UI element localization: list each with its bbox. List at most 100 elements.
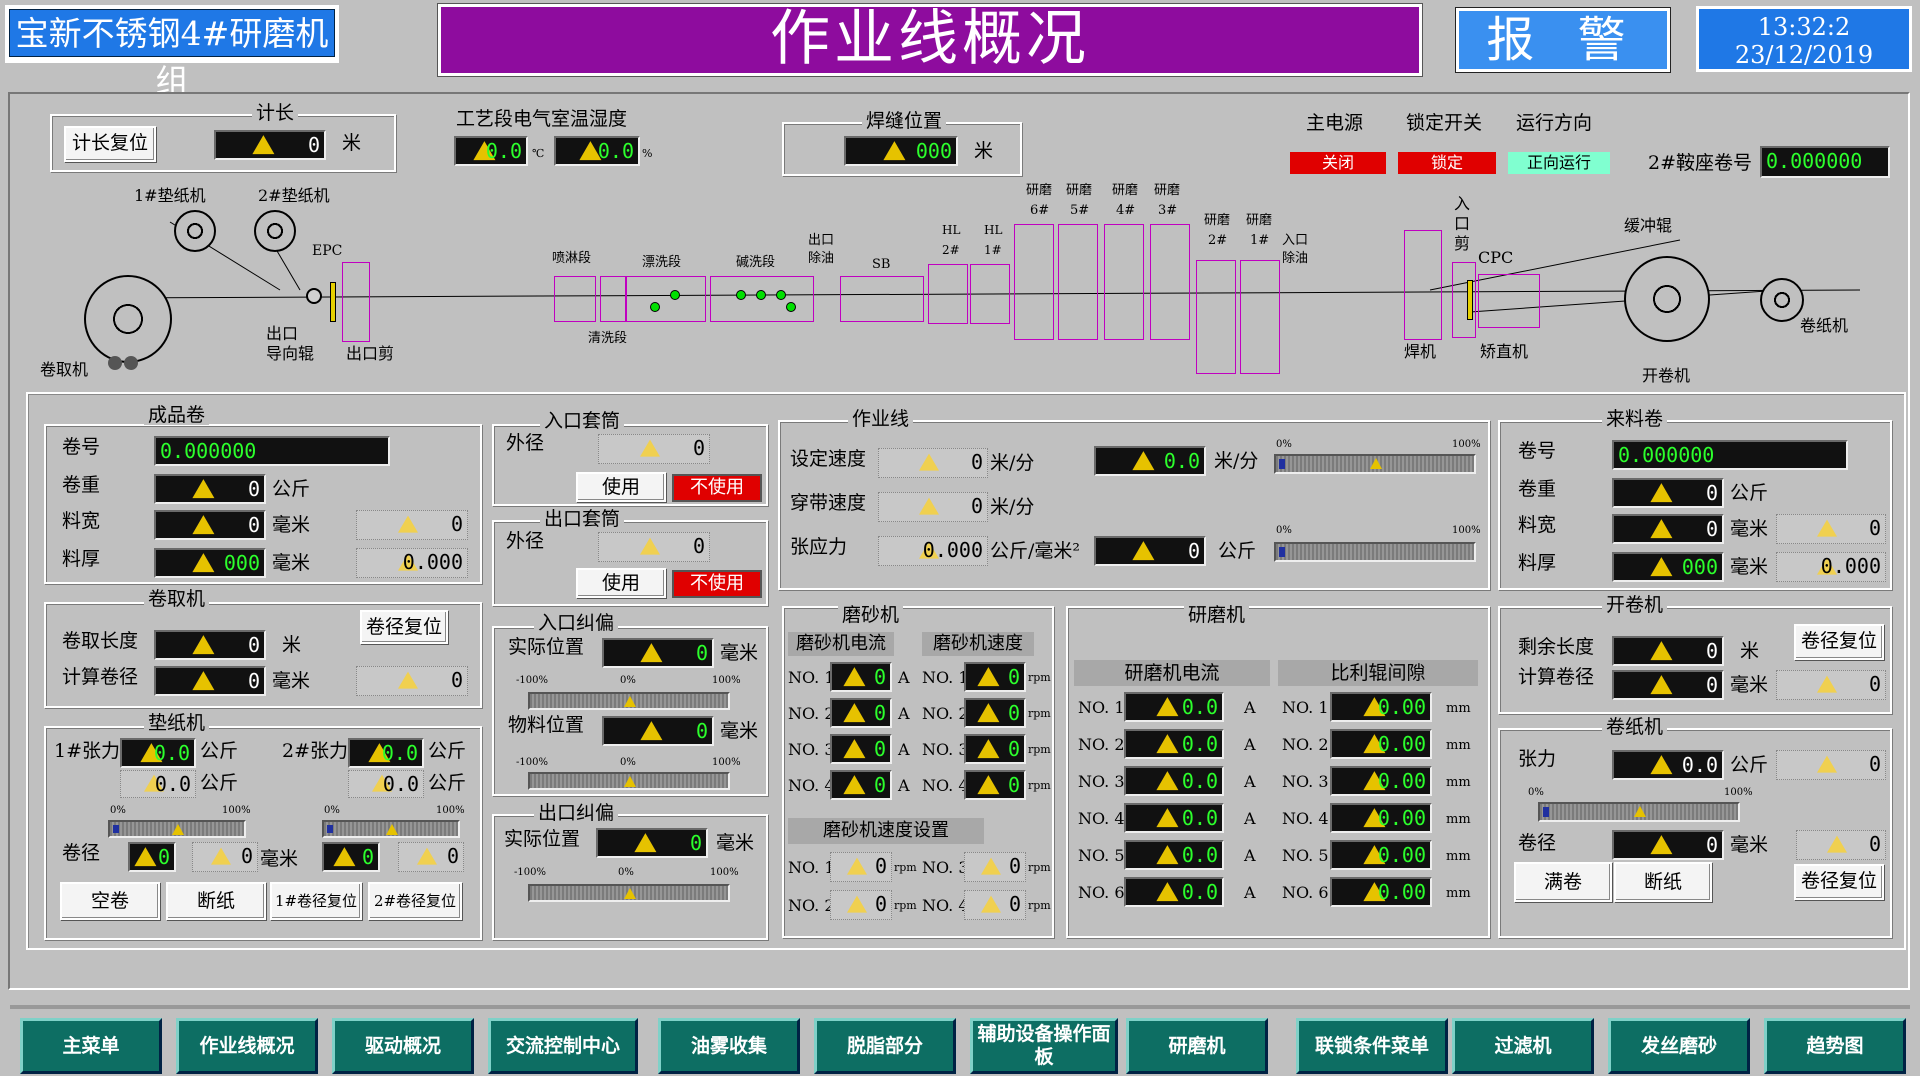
entry-sleeve-use-button[interactable]: 使用 <box>576 472 666 502</box>
coiler-dia-set[interactable]: 0 <box>356 666 468 696</box>
paper-empty-button[interactable]: 空卷 <box>60 882 160 920</box>
saddle-label: 2#鞍座卷号 <box>1648 152 1753 174</box>
room-hum-display: 0.0 <box>554 136 640 166</box>
exit-sleeve-od[interactable]: 0 <box>598 532 710 562</box>
nav-button[interactable]: 油雾收集 <box>658 1018 800 1074</box>
sander-set3-unit: rpm <box>1028 861 1051 874</box>
entry-shear-label3: 剪 <box>1454 234 1471 253</box>
grinder-gap-row-label: NO. 6 <box>1282 883 1329 902</box>
exit-sleeve-use-button[interactable]: 使用 <box>576 568 666 598</box>
nav-button[interactable]: 驱动概况 <box>332 1018 474 1074</box>
exit-steer-title: 出口纠偏 <box>534 804 619 823</box>
line-tension[interactable]: 0.000 <box>878 536 988 566</box>
pcoil-t-set[interactable]: 0 <box>1776 750 1886 780</box>
nav-button[interactable]: 过滤机 <box>1452 1018 1594 1074</box>
in-thick-unit: 毫米 <box>1730 556 1769 578</box>
nav-button[interactable]: 研磨机 <box>1126 1018 1268 1074</box>
line-set-label: 设定速度 <box>790 448 867 470</box>
uncoiler-reset-button[interactable]: 卷径复位 <box>1794 624 1884 660</box>
pcoil-dia-set[interactable]: 0 <box>1796 830 1886 860</box>
pc-thick-set[interactable]: 0.000 <box>356 548 468 578</box>
alarm-button[interactable]: 报 警 <box>1456 8 1670 72</box>
in-thick-set[interactable]: 0.000 <box>1776 552 1886 582</box>
grinder-cur-row-label: NO. 6 <box>1078 883 1125 902</box>
counter-reset-button[interactable]: 计长复位 <box>64 126 156 162</box>
sander-cur-unit: A <box>898 704 910 723</box>
uncoiler-dia-unit: 毫米 <box>1730 674 1769 696</box>
plant-name: 宝新不锈钢4#研磨机组 <box>5 5 339 101</box>
coiler-reset-button[interactable]: 卷径复位 <box>360 610 448 644</box>
paper-d1-set[interactable]: 0 <box>192 842 258 872</box>
paper-t2-set[interactable]: 0.0 <box>348 770 424 798</box>
uncoiler-dia-set[interactable]: 0 <box>1776 670 1886 700</box>
g6-label-b: 6# <box>1030 203 1050 218</box>
exit-sleeve-title: 出口套筒 <box>540 510 625 529</box>
cpc-label: CPC <box>1478 248 1514 267</box>
paper-bar2 <box>322 820 460 838</box>
pcoil-reset-button[interactable]: 卷径复位 <box>1794 864 1884 900</box>
room-temp-display: 0.0 <box>454 136 528 166</box>
sander-cur-row-label: NO. 1 <box>788 668 835 687</box>
sander-set4[interactable]: 0 <box>964 890 1026 920</box>
uncoiler-rem-unit: 米 <box>1740 640 1760 662</box>
line-bar1 <box>1274 454 1476 474</box>
alkali-status-2 <box>756 290 766 300</box>
entry-sleeve-nouse-button[interactable]: 不使用 <box>672 474 762 502</box>
entry-sleeve-od[interactable]: 0 <box>598 434 710 464</box>
grinder-cur-unit: A <box>1244 698 1256 717</box>
hl2-label-a: HL <box>942 223 961 237</box>
line-tension-label: 张应力 <box>790 536 848 558</box>
sander-set2[interactable]: 0 <box>830 890 892 920</box>
line-bar1-100: 100% <box>1452 439 1481 450</box>
line-bar2-0: 0% <box>1276 525 1292 536</box>
rinse-label: 漂洗段 <box>642 255 682 270</box>
exit-sleeve-nouse-button[interactable]: 不使用 <box>672 570 762 598</box>
pc-weight-label: 卷重 <box>62 474 101 496</box>
alkali-label: 碱洗段 <box>736 255 776 270</box>
grinder-gap-row-label: NO. 3 <box>1282 772 1329 791</box>
line-set[interactable]: 0 <box>878 448 988 478</box>
nav-button[interactable]: 趋势图 <box>1764 1018 1906 1074</box>
line-act-unit: 米/分 <box>1214 450 1259 472</box>
paper-d2-set[interactable]: 0 <box>398 842 464 872</box>
grinder-gap-row-label: NO. 2 <box>1282 735 1329 754</box>
sander-spd-row-label: NO. 2 <box>922 704 969 723</box>
nav-button[interactable]: 发丝磨砂 <box>1608 1018 1750 1074</box>
pc-width-label: 料宽 <box>62 510 101 532</box>
paper-r2-button[interactable]: 2#卷径复位 <box>368 882 462 920</box>
sander-set3[interactable]: 0 <box>964 852 1026 882</box>
saddle-display: 0.000000 <box>1760 146 1890 178</box>
g1-label-b: 1# <box>1250 233 1270 248</box>
paper-t2-label: 2#张力 <box>282 740 349 762</box>
exit-shear-box <box>342 262 370 342</box>
sander-set1[interactable]: 0 <box>830 852 892 882</box>
pcoil-break-button[interactable]: 断纸 <box>1614 862 1712 902</box>
nav-button[interactable]: 辅助设备操作面板 <box>970 1018 1118 1074</box>
pcoil-full-button[interactable]: 满卷 <box>1514 862 1612 902</box>
entry-steer-title: 入口纠偏 <box>534 614 619 633</box>
sander-spd-value: 0 <box>964 734 1026 764</box>
sander-cur-row-label: NO. 3 <box>788 740 835 759</box>
pc-width-set[interactable]: 0 <box>356 510 468 540</box>
nav-button[interactable]: 交流控制中心 <box>488 1018 638 1074</box>
paper-r1-button[interactable]: 1#卷径复位 <box>270 882 362 920</box>
in-width-set[interactable]: 0 <box>1776 514 1886 544</box>
nav-button[interactable]: 主菜单 <box>20 1018 162 1074</box>
power-title: 主电源 <box>1306 112 1364 134</box>
welder-label: 焊机 <box>1404 342 1437 361</box>
nav-button[interactable]: 作业线概况 <box>176 1018 318 1074</box>
g5-section <box>1058 224 1098 340</box>
grinder-cur-value: 0.0 <box>1124 877 1224 907</box>
coiler-len: 0 <box>154 630 266 660</box>
exit-steer-bar <box>528 884 730 902</box>
nav-button[interactable]: 脱脂部分 <box>814 1018 956 1074</box>
line-tension-unit: 公斤/毫米² <box>990 540 1081 562</box>
paper-t1-set[interactable]: 0.0 <box>120 770 196 798</box>
entry-steer-bar2-p100: 100% <box>712 757 741 768</box>
product-coil-title: 成品卷 <box>144 406 210 425</box>
line-thread[interactable]: 0 <box>878 492 988 522</box>
plant-name-text: 宝新不锈钢4#研磨机组 <box>9 9 335 101</box>
clock-time: 13:32:2 <box>1757 13 1851 41</box>
nav-button[interactable]: 联锁条件菜单 <box>1296 1018 1448 1074</box>
paper-break-button[interactable]: 断纸 <box>166 882 266 920</box>
